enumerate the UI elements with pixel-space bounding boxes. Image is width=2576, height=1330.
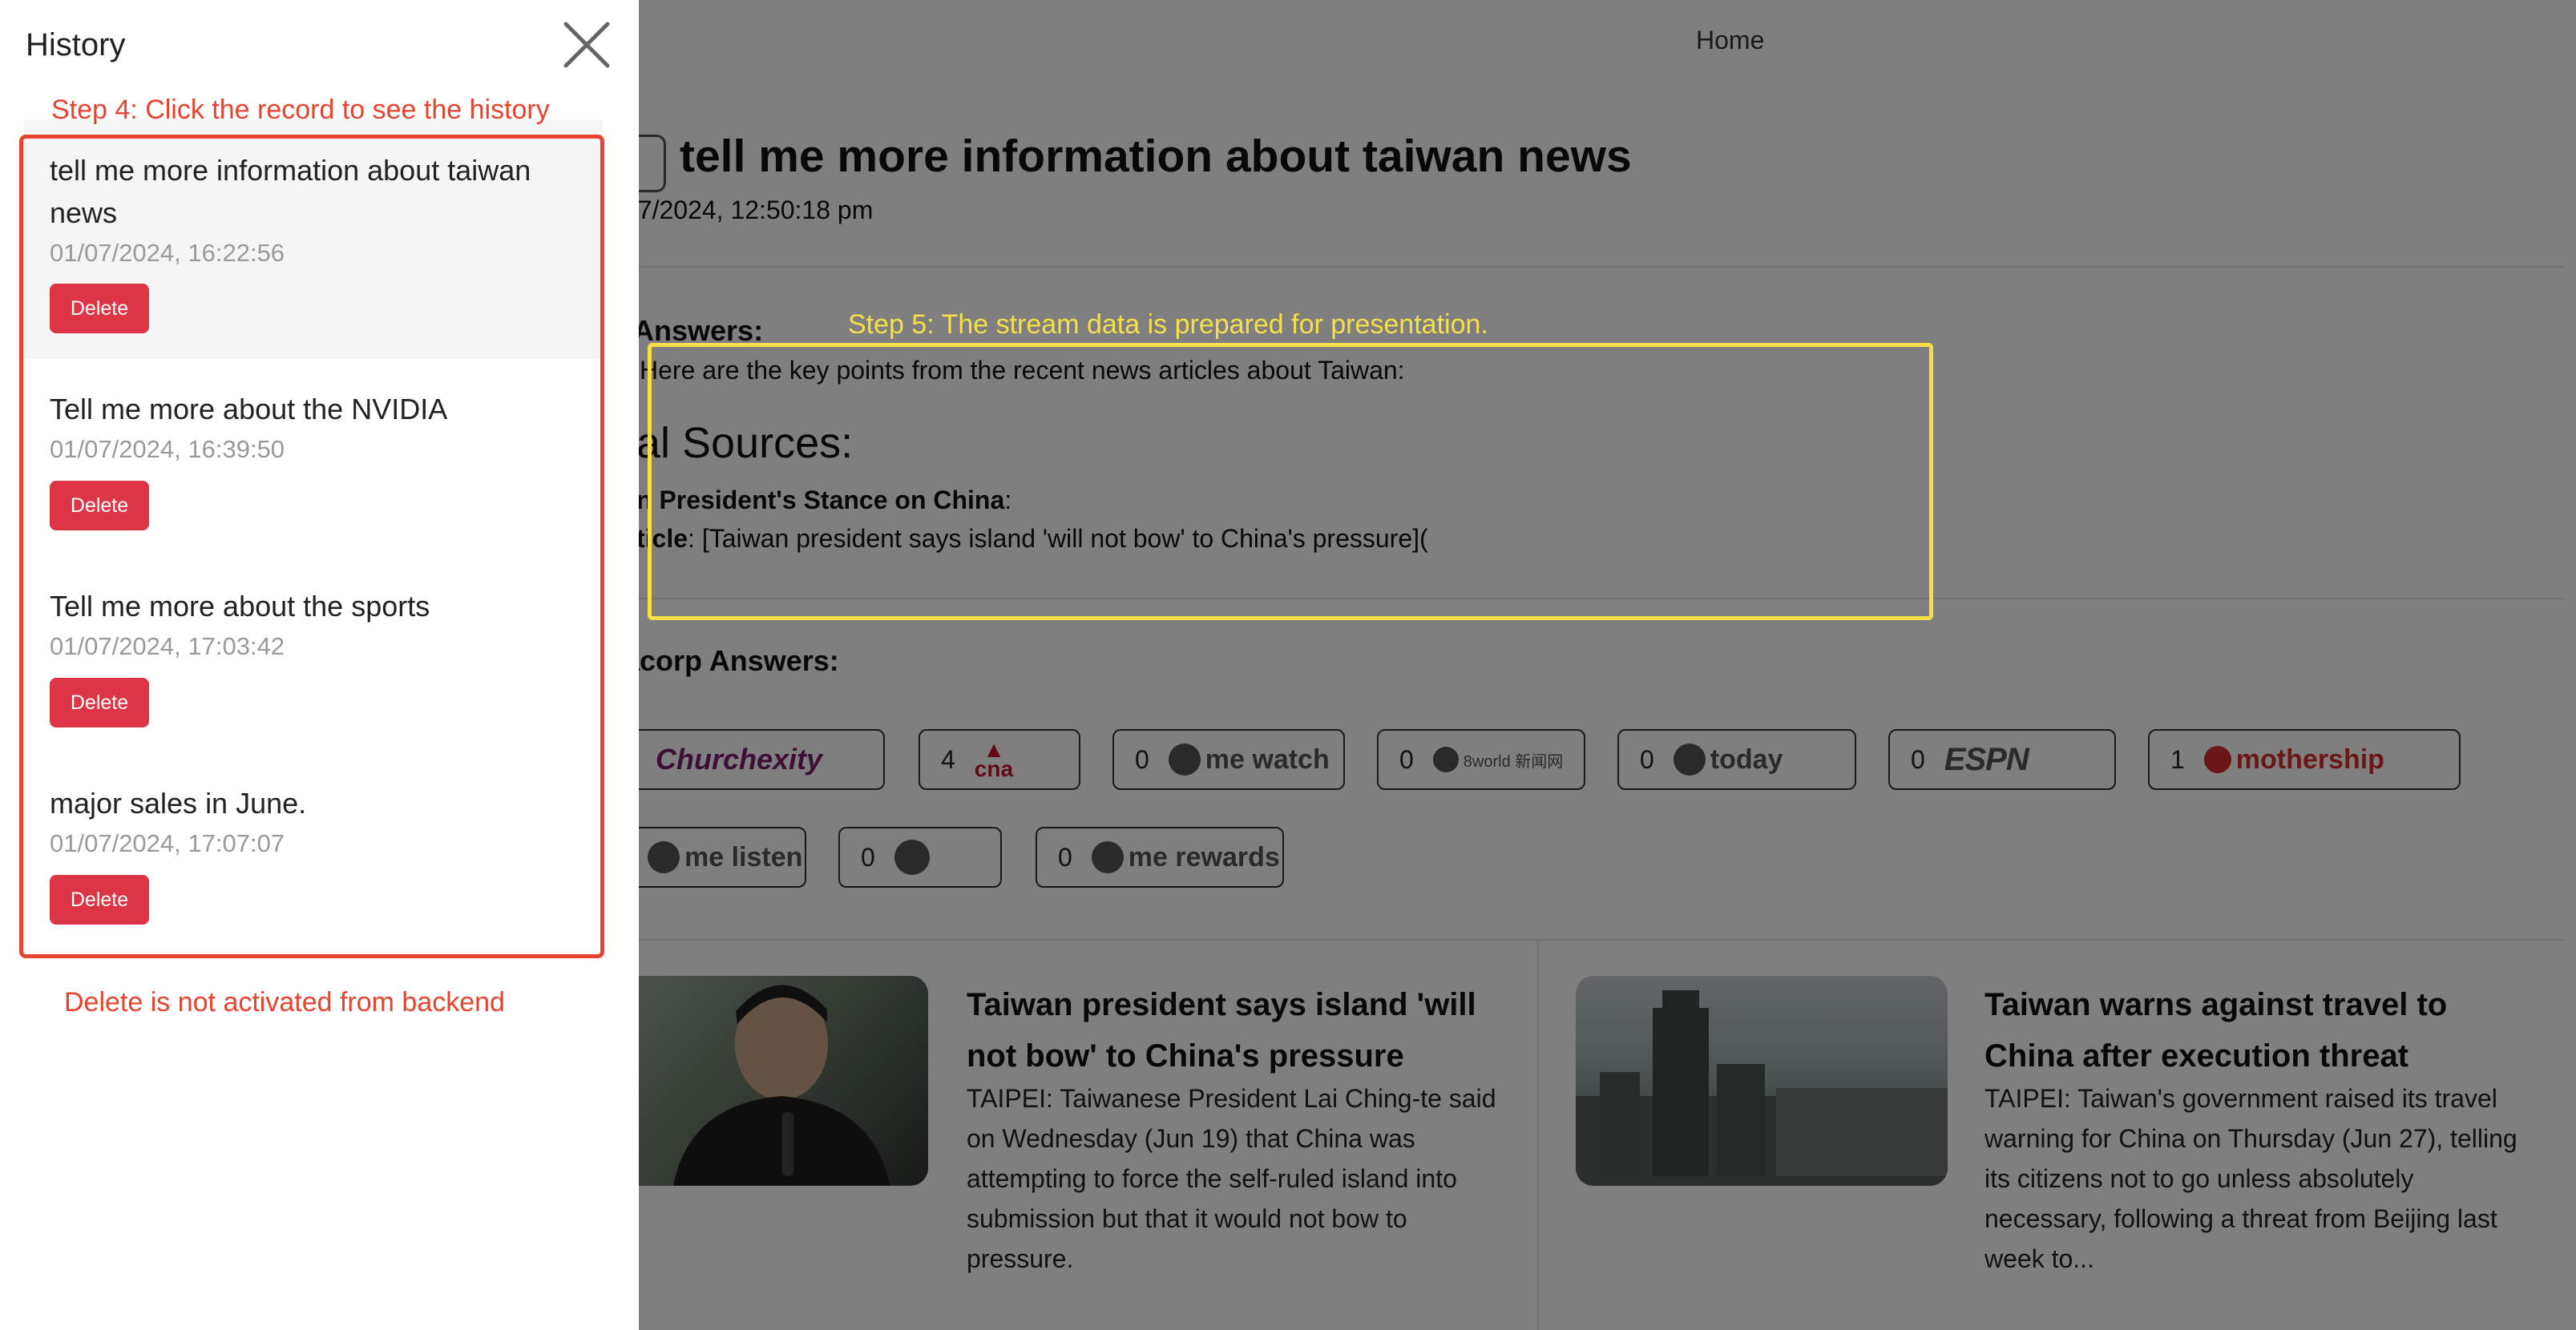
- history-title: History: [26, 27, 126, 62]
- annotation-delete-note: Delete is not activated from backend: [64, 987, 505, 1018]
- annotation-box-stream-data: [648, 343, 1933, 620]
- annotation-box-history-records: [19, 135, 604, 958]
- annotation-step5: Step 5: The stream data is prepared for …: [848, 309, 1488, 340]
- close-button[interactable]: [561, 19, 612, 71]
- annotation-step4: Step 4: Click the record to see the hist…: [51, 95, 550, 125]
- close-icon: [563, 22, 610, 68]
